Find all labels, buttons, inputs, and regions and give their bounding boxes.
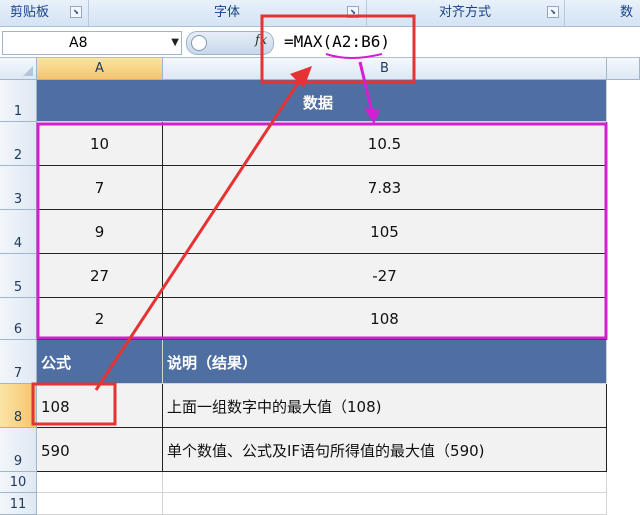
row-number: 11	[9, 497, 27, 512]
name-box[interactable]: A8 ▼	[2, 31, 182, 55]
ribbon-group-alignment[interactable]: 对齐方式 ⬊	[367, 0, 563, 26]
name-box-value: A8	[69, 35, 88, 51]
ribbon-group-label: 对齐方式	[438, 5, 491, 20]
insert-function-icon[interactable]: fx	[255, 33, 267, 48]
row-number: 6	[13, 322, 23, 337]
column-header-a[interactable]: A	[37, 58, 163, 80]
dialog-launcher-icon[interactable]: ⬊	[347, 6, 359, 18]
column-label-formula: 公式	[41, 354, 72, 372]
dialog-launcher-icon[interactable]: ⬊	[70, 6, 82, 18]
ribbon-group-label: 剪贴板	[10, 5, 50, 20]
row-number: 7	[13, 366, 23, 381]
cell-b6[interactable]: 108	[163, 298, 607, 340]
cell-b5[interactable]: -27	[163, 254, 607, 298]
row-number: 5	[13, 280, 23, 295]
row-header-4[interactable]: 4	[0, 210, 37, 254]
ribbon-group-clipboard[interactable]: 剪贴板 ⬊	[0, 0, 88, 26]
row-number: 4	[13, 236, 23, 251]
cell-value: 单个数值、公式及IF语句所得值的最大值（590)	[167, 442, 485, 460]
row-header-11[interactable]: 11	[0, 493, 37, 515]
ribbon-group-label: 数	[620, 5, 634, 20]
row-header-7[interactable]: 7	[0, 340, 37, 384]
cell-b2[interactable]: 10.5	[163, 122, 607, 166]
row-number: 8	[13, 410, 23, 425]
cell-a5[interactable]: 27	[37, 254, 163, 298]
row-number: 3	[13, 192, 23, 207]
cell-a2[interactable]: 10	[37, 122, 163, 166]
formula-controls: fx	[186, 31, 274, 55]
row-number: 10	[9, 475, 27, 490]
ribbon-group-font[interactable]: 字体 ⬊	[89, 0, 365, 26]
cell-b8[interactable]: 上面一组数字中的最大值（108)	[163, 384, 607, 428]
row-header-5[interactable]: 5	[0, 254, 37, 298]
cell-a8[interactable]: 108	[37, 384, 163, 428]
row-header-10[interactable]: 10	[0, 472, 37, 493]
cell-value: 108	[41, 398, 70, 416]
cell-a3[interactable]: 7	[37, 166, 163, 210]
formula-bar: A8 ▼ fx =MAX(A2:B6)	[0, 27, 640, 58]
ribbon-group-bar: 剪贴板 ⬊ 字体 ⬊ 对齐方式 ⬊ 数	[0, 0, 640, 27]
row-header-1[interactable]: 1	[0, 80, 37, 122]
row-header-2[interactable]: 2	[0, 122, 37, 166]
cell-value: 上面一组数字中的最大值（108)	[167, 398, 382, 416]
header-title: 数据	[303, 94, 334, 112]
cell-b9[interactable]: 单个数值、公式及IF语句所得值的最大值（590)	[163, 428, 607, 472]
chevron-down-icon[interactable]: ▼	[171, 32, 179, 54]
row-header-6[interactable]: 6	[0, 298, 37, 340]
expand-handle-icon[interactable]	[191, 35, 207, 51]
row-number: 2	[13, 148, 23, 163]
select-all-corner[interactable]	[0, 58, 37, 80]
row-header-8[interactable]: 8	[0, 384, 37, 428]
row-number: 1	[13, 104, 23, 119]
cell-b4[interactable]: 105	[163, 210, 607, 254]
dialog-launcher-icon[interactable]: ⬊	[547, 6, 559, 18]
cell-a9[interactable]: 590	[37, 428, 163, 472]
cell-a10[interactable]	[37, 472, 163, 493]
column-header-c[interactable]	[607, 58, 640, 80]
column-label-description: 说明（结果）	[167, 354, 258, 372]
cell-a4[interactable]: 9	[37, 210, 163, 254]
row-header-3[interactable]: 3	[0, 166, 37, 210]
row-header-9[interactable]: 9	[0, 428, 37, 472]
ribbon-group-label: 字体	[213, 5, 240, 20]
cell-b7[interactable]: 说明（结果）	[163, 340, 607, 384]
ribbon-group-number[interactable]: 数	[565, 0, 640, 26]
table-header-band[interactable]: 数据	[37, 80, 607, 122]
formula-input[interactable]: =MAX(A2:B6)	[284, 31, 390, 53]
column-header-b[interactable]: B	[163, 58, 607, 80]
cell-a11[interactable]	[37, 493, 163, 515]
cell-b10[interactable]	[163, 472, 607, 493]
cell-a7[interactable]: 公式	[37, 340, 163, 384]
cell-value: 590	[41, 442, 70, 460]
cell-b11[interactable]	[163, 493, 607, 515]
cell-a6[interactable]: 2	[37, 298, 163, 340]
cell-b3[interactable]: 7.83	[163, 166, 607, 210]
row-number: 9	[13, 454, 23, 469]
